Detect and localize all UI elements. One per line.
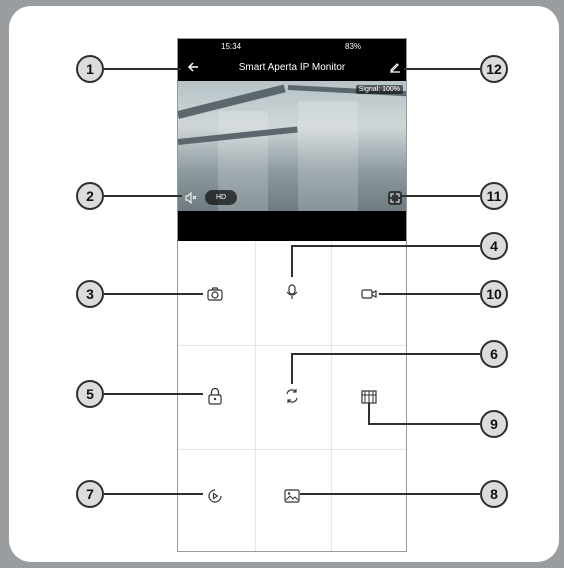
callout-12: 12 [480, 55, 508, 83]
callout-10: 10 [480, 280, 508, 308]
callout-11: 11 [480, 182, 508, 210]
callout-3: 3 [76, 280, 104, 308]
callout-9: 9 [480, 410, 508, 438]
callout-7: 7 [76, 480, 104, 508]
callout-4: 4 [480, 232, 508, 260]
callout-2: 2 [76, 182, 104, 210]
callout-8: 8 [480, 480, 508, 508]
callout-1: 1 [76, 55, 104, 83]
callout-5: 5 [76, 380, 104, 408]
callout-6: 6 [480, 340, 508, 368]
